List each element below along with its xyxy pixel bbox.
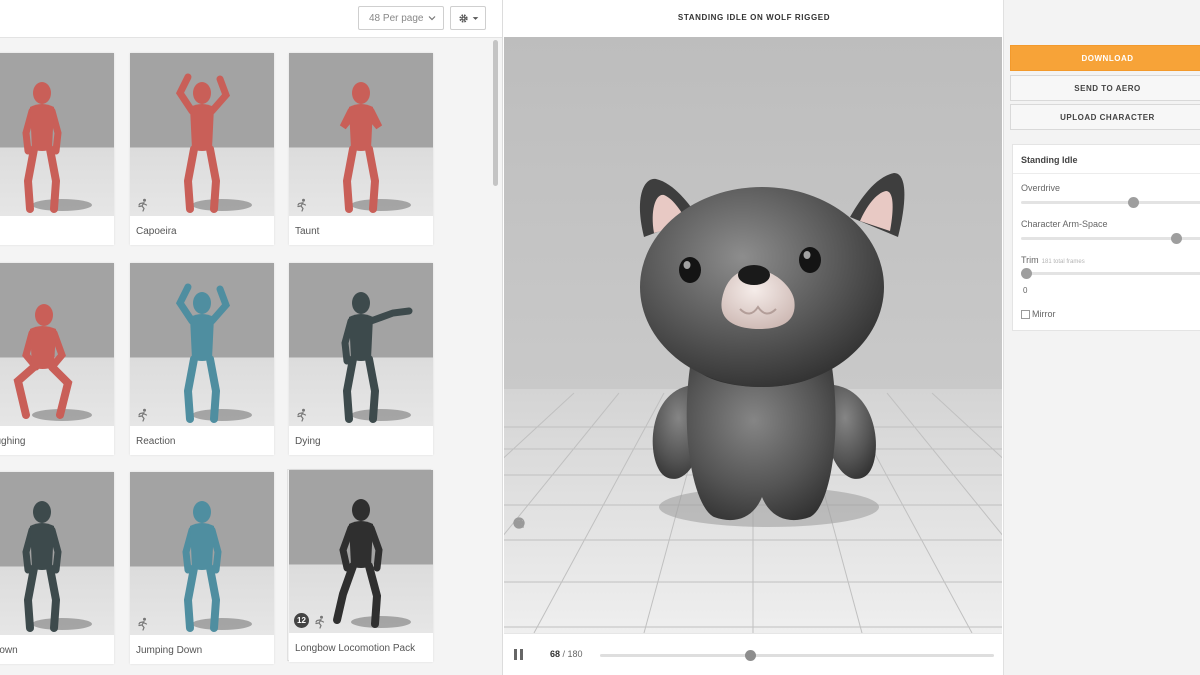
per-page-label: 48 Per page [369,12,424,24]
download-button[interactable]: DOWNLOAD [1010,45,1200,71]
animation-thumbnail[interactable] [0,53,114,216]
panel-title: Standing Idle [1021,155,1078,165]
overdrive-slider-knob[interactable] [1128,197,1140,208]
timeline-playhead[interactable] [744,650,756,661]
animation-thumbnail[interactable] [0,472,114,635]
animation-card[interactable]: ing Down [0,472,114,664]
animation-card[interactable]: g Laughing [0,263,114,455]
gear-icon [458,13,468,23]
frame-counter: 68 / 180 [550,649,583,659]
viewport-scene [504,37,1002,633]
arm-space-slider[interactable] [1021,233,1200,244]
animation-card[interactable]: Dying [289,263,433,455]
animation-library: 48 Per page ated [0,0,503,675]
animation-thumbnail[interactable] [289,263,433,426]
animation-card[interactable]: Jumping Down [130,472,274,664]
trim-frames-note: 181 total frames [1041,259,1085,265]
caret-down-icon [472,16,478,20]
arm-space-label: Character Arm-Space [1021,219,1108,229]
timeline-slider[interactable] [600,650,994,661]
frame-total: / 180 [562,649,583,659]
mirror-checkbox-box[interactable] [1021,309,1030,319]
animation-card[interactable]: Taunt [289,53,433,245]
animation-settings-panel: Standing Idle Overdrive Character Arm-Sp… [1012,144,1200,331]
in-place-running-icon [136,617,150,631]
animation-name: g Laughing [0,436,26,447]
in-place-running-icon [136,198,150,212]
trim-slider[interactable] [1021,268,1200,279]
pack-count-badge: 12 [294,613,309,628]
animation-name: Dying [295,436,321,447]
frame-current: 68 [550,649,561,659]
in-place-running-icon [313,615,327,629]
character-viewport[interactable] [504,37,1002,633]
camera-icon[interactable] [513,520,525,614]
library-scroll-thumb[interactable] [493,40,498,186]
viewport-toolbar [513,517,527,619]
chevron-down-icon [428,16,436,21]
per-page-select[interactable]: 48 Per page [358,6,444,30]
pause-button[interactable] [514,649,524,660]
animation-thumbnail[interactable] [0,263,114,426]
overdrive-slider[interactable] [1021,197,1200,208]
panel-divider [1013,173,1200,174]
animation-thumbnail[interactable] [130,472,274,635]
settings-button[interactable] [450,6,486,30]
mirror-checkbox[interactable]: Mirror [1021,309,1056,319]
viewer-header: STANDING IDLE ON WOLF RIGGED [504,0,1004,37]
animation-name: Jumping Down [136,645,203,656]
overdrive-label: Overdrive [1021,183,1061,193]
animation-name: Longbow Locomotion Pack [295,643,416,654]
animation-name: Reaction [136,436,176,447]
in-place-running-icon [136,408,150,422]
in-place-running-icon [295,408,309,422]
trim-label-text: Trim [1021,255,1039,265]
upload-character-button[interactable]: UPLOAD CHARACTER [1010,104,1200,130]
animation-card[interactable]: Reaction [130,263,274,455]
trim-label: Trim 181 total frames [1021,255,1085,265]
playback-bar: 68 / 180 [504,633,1002,673]
arm-space-slider-knob[interactable] [1171,233,1183,244]
animation-card[interactable]: ated [0,53,114,245]
power-icon[interactable] [513,518,525,597]
move-icon[interactable] [513,517,525,563]
library-toolbar: 48 Per page [0,0,502,38]
animation-thumbnail[interactable] [289,53,433,216]
animation-name: ing Down [0,645,18,656]
pause-icon-bar [520,649,523,660]
animation-thumbnail[interactable] [130,263,274,426]
trim-slider-knob[interactable] [1021,268,1032,279]
animation-thumbnail[interactable] [289,470,433,633]
viewer-title: STANDING IDLE ON WOLF RIGGED [677,13,831,22]
rotate-icon[interactable] [513,517,525,546]
mirror-label: Mirror [1032,309,1056,319]
animation-name: Capoeira [136,226,177,237]
animation-card[interactable]: 12 Longbow Locomotion Pack [289,470,433,662]
animation-card[interactable]: Capoeira [130,53,274,245]
trim-value: 0 [1023,286,1028,295]
animation-thumbnail[interactable] [130,53,274,216]
zoom-icon[interactable] [513,518,525,580]
animation-name: Taunt [295,226,320,237]
in-place-running-icon [295,198,309,212]
pause-icon [514,649,517,660]
right-panel: DOWNLOAD SEND TO AERO UPLOAD CHARACTER S… [1003,0,1200,675]
send-to-aero-button[interactable]: SEND TO AERO [1010,75,1200,101]
